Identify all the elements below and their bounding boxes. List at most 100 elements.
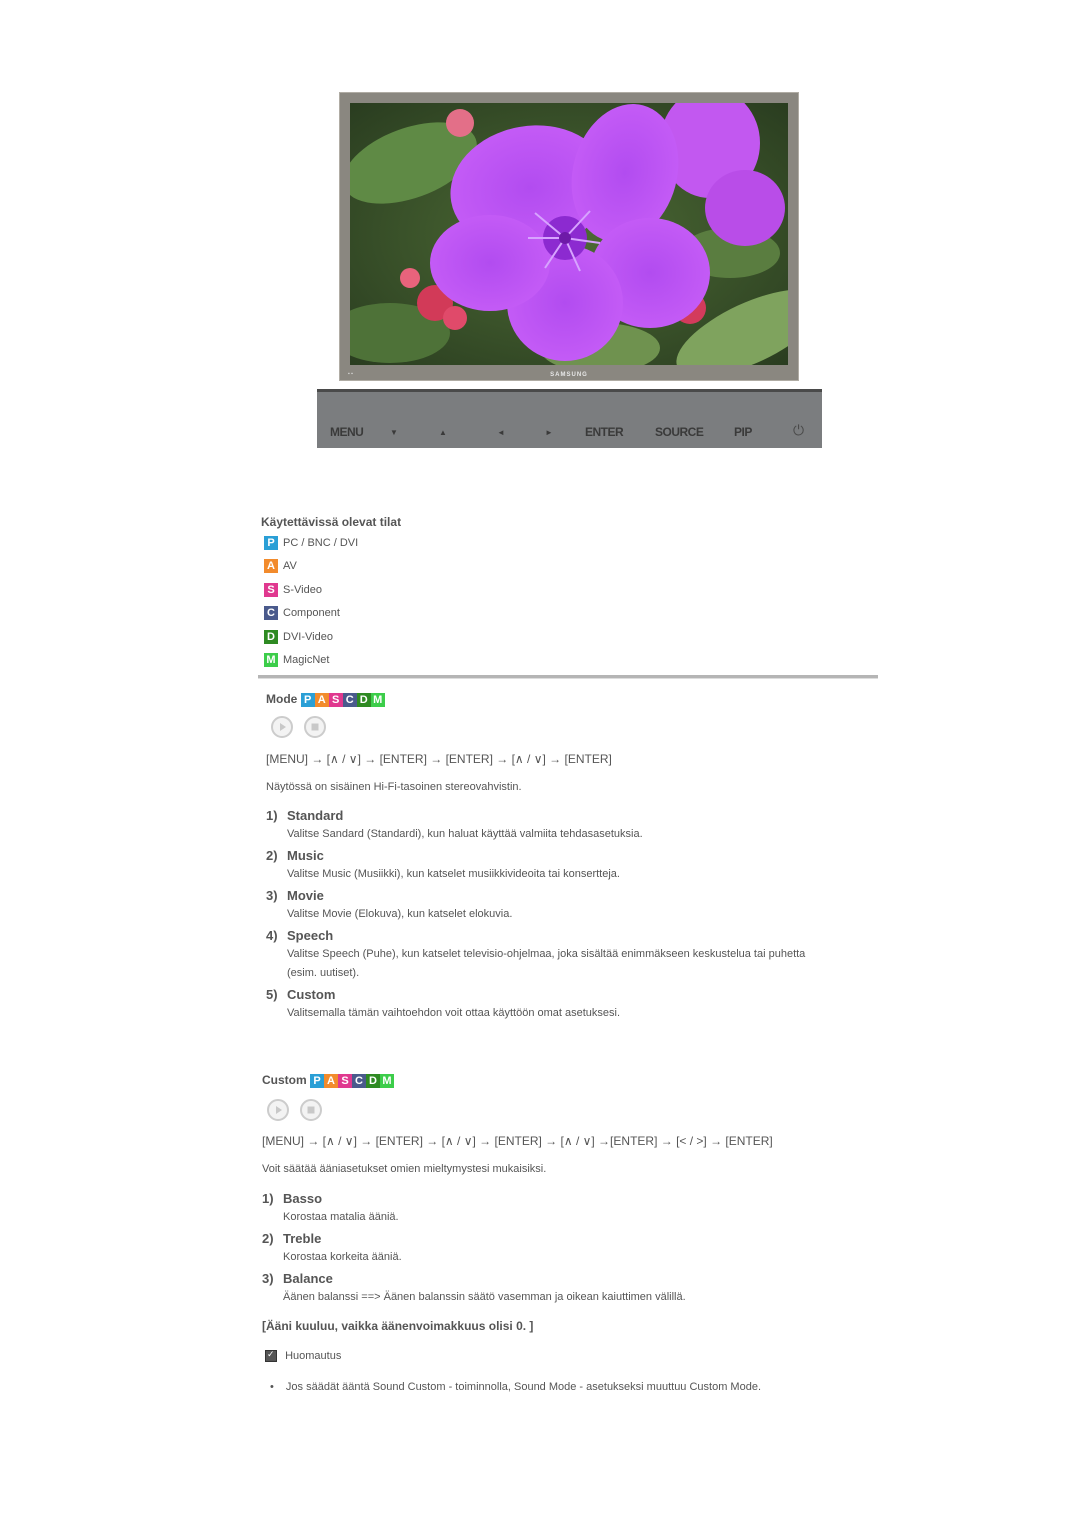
down-arrow-icon[interactable]: ▼ (390, 428, 398, 437)
item-title: Custom (287, 987, 336, 1002)
mode-item-standard: 1) Standard (266, 808, 343, 823)
mode-item-magicnet: M MagicNet (264, 653, 329, 667)
play-button[interactable] (267, 1099, 289, 1121)
item-description: Äänen balanssi ==> Äänen balanssin säätö… (283, 1291, 686, 1303)
note-label-row: Huomautus (265, 1349, 342, 1363)
svideo-mode-icon: S (264, 583, 278, 597)
play-icon (276, 1106, 282, 1114)
custom-intro: Voit säätää ääniasetukset omien mieltymy… (262, 1163, 547, 1175)
custom-title-text: Custom (262, 1073, 307, 1087)
item-title: Music (287, 848, 324, 863)
item-number: 1) (262, 1191, 274, 1206)
mode-label: MagicNet (283, 654, 330, 666)
item-title: Treble (283, 1231, 322, 1246)
dvi-video-mode-icon: D (356, 692, 371, 707)
enter-button[interactable]: ENTER (585, 425, 624, 439)
right-arrow-icon[interactable]: ► (545, 428, 553, 437)
flower-photo (350, 103, 788, 365)
mode-label: PC / BNC / DVI (283, 537, 359, 549)
play-icon (280, 723, 286, 731)
bullet-icon: • (270, 1381, 274, 1393)
av-mode-icon: A (314, 692, 329, 707)
component-mode-icon: C (352, 1073, 367, 1088)
source-button[interactable]: SOURCE (655, 425, 704, 439)
dvi-video-mode-icon: D (366, 1073, 381, 1088)
item-title: Movie (287, 888, 324, 903)
mode-title-text: Mode (266, 692, 298, 706)
item-title: Standard (287, 808, 344, 823)
mode-nav-path: [MENU] → [∧ / ∨] → [ENTER] → [ENTER] → [… (266, 752, 612, 766)
mode-label: DVI-Video (283, 631, 333, 643)
dvi-video-mode-icon: D (264, 630, 278, 644)
mode-item-music: 2) Music (266, 848, 324, 863)
mode-item-component: C Component (264, 606, 340, 620)
up-arrow-icon[interactable]: ▲ (439, 428, 447, 437)
item-title: Basso (283, 1191, 323, 1206)
magicnet-mode-icon: M (380, 1073, 395, 1088)
left-arrow-icon[interactable]: ◄ (497, 428, 505, 437)
item-description: Valitse Music (Musiikki), kun katselet m… (287, 868, 620, 880)
stop-button[interactable] (304, 716, 326, 738)
stop-icon (311, 723, 319, 731)
note-bullet: • Jos säädät ääntä Sound Custom - toimin… (270, 1381, 761, 1393)
item-number: 2) (266, 848, 278, 863)
item-description: Valitse Movie (Elokuva), kun katselet el… (287, 908, 513, 920)
magicnet-mode-icon: M (370, 692, 385, 707)
stop-icon (307, 1106, 315, 1114)
pc-mode-icon: P (300, 692, 315, 707)
mode-label: S-Video (283, 584, 322, 596)
stop-button[interactable] (300, 1099, 322, 1121)
item-description: Valitse Sandard (Standardi), kun haluat … (287, 828, 643, 840)
item-description-cont: (esim. uutiset). (287, 967, 360, 979)
item-number: 5) (266, 987, 278, 1002)
item-description: Valitsemalla tämän vaihtoehdon voit otta… (287, 1007, 621, 1019)
custom-item-balance: 3) Balance (262, 1271, 333, 1286)
item-description: Valitse Speech (Puhe), kun katselet tele… (287, 948, 806, 960)
mode-item-av: A AV (264, 559, 297, 573)
svideo-mode-icon: S (338, 1073, 353, 1088)
note-label: Huomautus (285, 1350, 342, 1362)
item-number: 3) (262, 1271, 274, 1286)
volume-note-heading: [Ääni kuuluu, vaikka äänenvoimakkuus oli… (262, 1319, 534, 1333)
mode-item-pc: P PC / BNC / DVI (264, 536, 358, 550)
custom-badges: PASCDM (310, 1073, 395, 1088)
item-title: Speech (287, 928, 334, 943)
custom-item-basso: 1) Basso (262, 1191, 322, 1206)
note-icon (265, 1349, 277, 1363)
monitor-image: ▪ ▪ SAMSUNG (339, 92, 799, 381)
pip-button[interactable]: PIP (734, 425, 752, 439)
available-modes-title: Käytettävissä olevat tilat (261, 515, 402, 529)
pc-mode-icon: P (264, 536, 278, 550)
mode-label: AV (283, 560, 297, 572)
custom-item-treble: 2) Treble (262, 1231, 321, 1246)
mode-badges: PASCDM (300, 692, 385, 707)
mode-item-dvi-video: D DVI-Video (264, 630, 333, 644)
item-description: Korostaa korkeita ääniä. (283, 1251, 402, 1263)
item-description: Korostaa matalia ääniä. (283, 1211, 399, 1223)
item-number: 2) (262, 1231, 274, 1246)
flower-illustration (350, 103, 788, 365)
item-number: 3) (266, 888, 278, 903)
custom-nav-path: [MENU] → [∧ / ∨] → [ENTER] → [∧ / ∨] → [… (262, 1134, 773, 1148)
mode-item-custom: 5) Custom (266, 987, 335, 1002)
svideo-mode-icon: S (328, 692, 343, 707)
brand-logo: SAMSUNG (550, 372, 588, 378)
control-panel: MENU ▼ ▲ ◄ ► ENTER SOURCE PIP ⏻ (317, 389, 822, 448)
mode-item-speech: 4) Speech (266, 928, 333, 943)
magicnet-mode-icon: M (264, 653, 278, 667)
mode-item-movie: 3) Movie (266, 888, 324, 903)
component-mode-icon: C (264, 606, 278, 620)
custom-section-title: Custom PASCDM (262, 1073, 395, 1088)
menu-button[interactable]: MENU (330, 425, 364, 439)
mode-item-svideo: S S-Video (264, 583, 322, 597)
pc-mode-icon: P (310, 1073, 325, 1088)
av-mode-icon: A (324, 1073, 339, 1088)
power-icon[interactable]: ⏻ (793, 422, 804, 439)
play-button[interactable] (271, 716, 293, 738)
mode-section-title: Mode PASCDM (266, 692, 385, 707)
section-divider (258, 675, 878, 679)
bullet-text: Jos säädät ääntä Sound Custom - toiminno… (285, 1381, 762, 1393)
av-mode-icon: A (264, 559, 278, 573)
item-title: Balance (283, 1271, 333, 1286)
item-number: 1) (266, 808, 278, 823)
